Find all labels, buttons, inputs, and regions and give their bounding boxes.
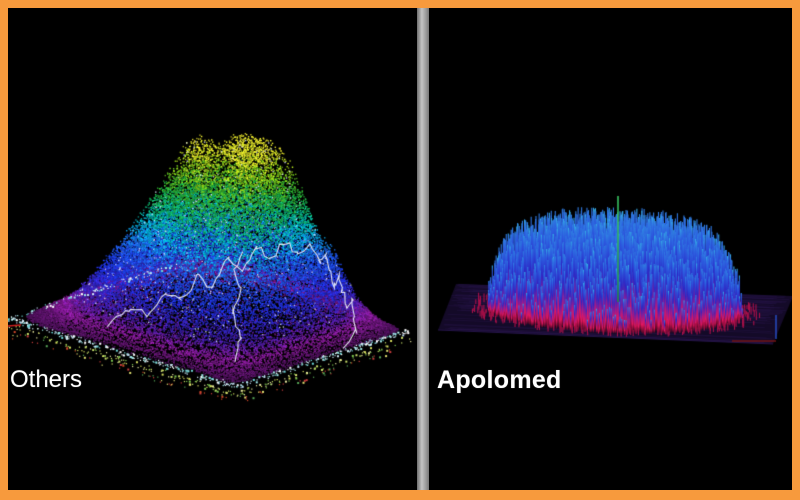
apolomed-panel: Apolomed (429, 8, 792, 490)
panel-divider (417, 8, 429, 490)
others-panel: Others (8, 8, 417, 490)
comparison-figure: Others Apolomed (0, 0, 800, 500)
others-label: Others (10, 367, 82, 393)
figure-body: Others Apolomed (8, 8, 792, 490)
apolomed-beam-profile-plot (429, 8, 792, 490)
apolomed-label: Apolomed (437, 367, 562, 393)
others-beam-profile-plot (8, 8, 417, 490)
